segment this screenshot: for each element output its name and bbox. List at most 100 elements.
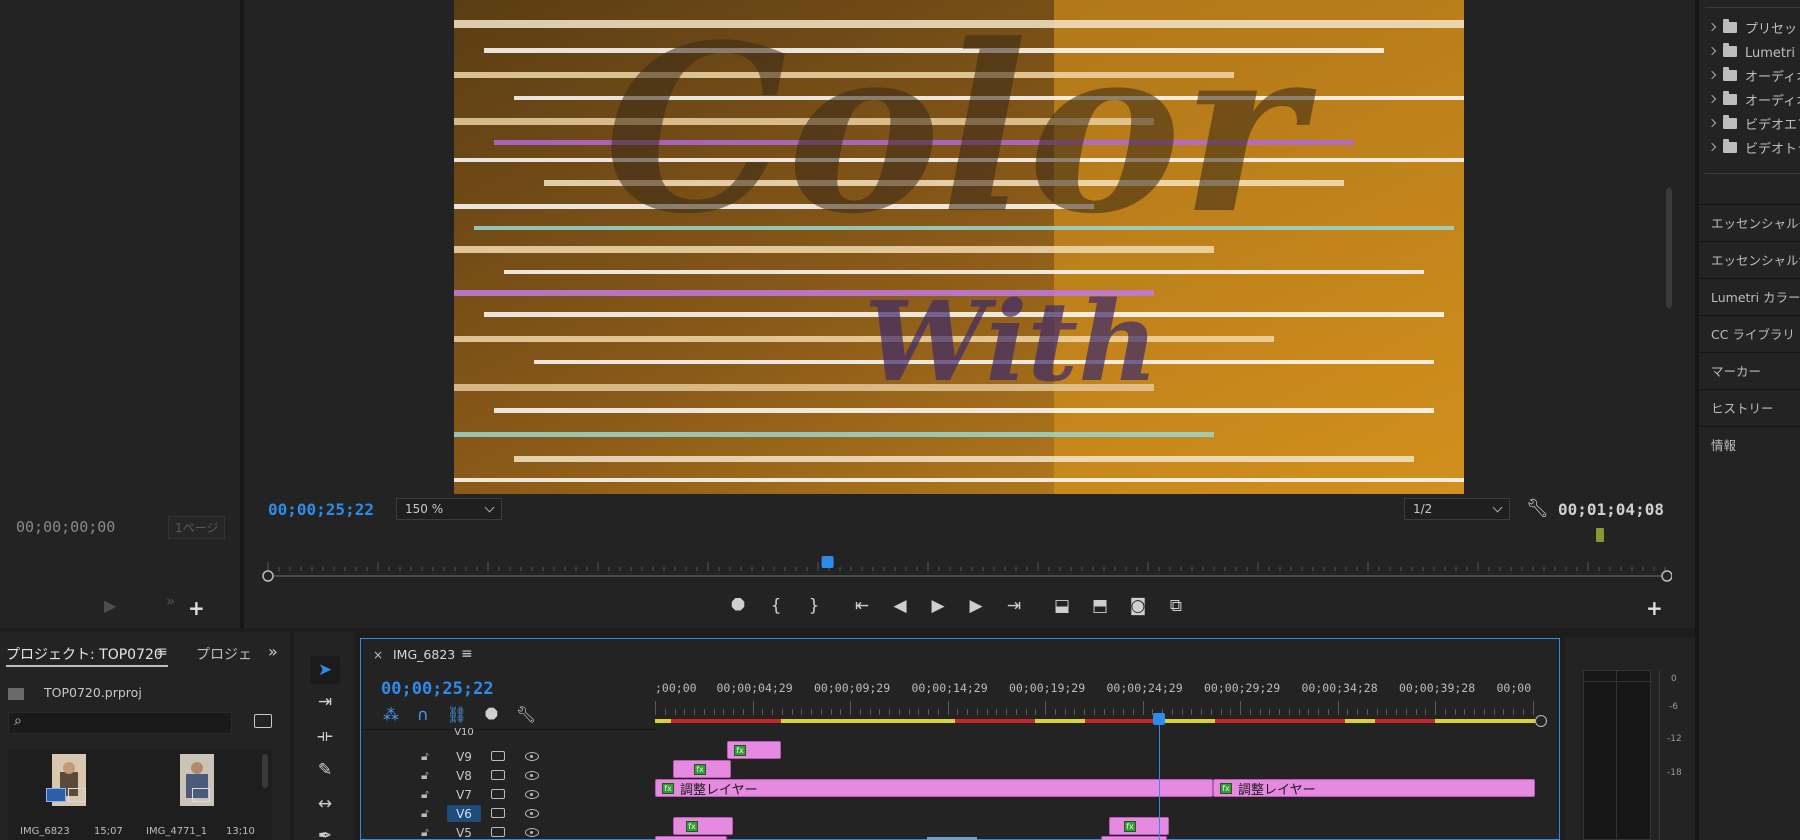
clip-v9[interactable]: fx [727,741,781,759]
chevron-right-icon[interactable] [1707,22,1717,32]
effects-tree-item[interactable]: オーディオエフェクト [1707,64,1800,86]
snap-magnet-icon[interactable]: ∩ [417,705,429,725]
panel-item[interactable]: CC ライブラリ [1699,315,1800,351]
track-name[interactable]: V8 [447,767,481,784]
clip-v4-3[interactable] [1101,836,1167,840]
timeline-zoom-handle[interactable] [1535,715,1547,727]
project-item-1[interactable]: IMG_6823 15;07 [20,750,130,840]
project-item-2[interactable]: IMG_4771_1 13;10 [146,750,264,840]
extract-icon[interactable]: ⬒ [1086,594,1114,618]
timeline-timecode[interactable]: 00;00;25;22 [381,679,494,699]
effects-tree-item[interactable]: Lumetri プリセット [1707,40,1800,62]
linked-selection-icon[interactable]: ⛓︎ [447,705,467,725]
lock-icon[interactable]: 🔓︎ [421,825,429,840]
source-more-icon[interactable]: » [166,592,175,610]
source-add-button-icon[interactable]: + [188,596,205,620]
track-name[interactable]: V10 [447,727,481,738]
nest-toggle-icon[interactable]: ⁂ [383,705,399,725]
panel-item[interactable]: ヒストリー [1699,389,1800,425]
track-header[interactable]: 🔓︎ V6 [361,804,1561,823]
play-icon[interactable]: ▶︎ [924,594,952,618]
clip-v7-adjustment-1[interactable]: fx 調整レイヤー [655,779,1213,797]
clip-v5-1[interactable]: fx [673,817,733,835]
export-frame-camera-icon[interactable]: ◙ [1124,594,1152,618]
mark-out-icon[interactable]: } [800,594,828,618]
razor-tool-icon[interactable]: ✎ [310,756,340,784]
track-name[interactable]: V5 [447,824,481,840]
sync-lock-film-icon[interactable] [491,770,505,780]
timeline-settings-wrench-icon[interactable]: 🔧︎ [516,705,536,725]
sync-lock-film-icon[interactable] [491,751,505,761]
effects-tree-item[interactable]: ビデオトランジション [1707,136,1800,158]
source-page-dropdown[interactable]: 1ページ [168,516,226,539]
sequence-tab[interactable]: IMG_6823 [393,647,455,662]
chevron-right-icon[interactable] [1707,94,1717,104]
zoom-select[interactable]: 150 % [396,498,502,520]
step-back-icon[interactable]: ◀︎ [886,594,914,618]
eye-icon[interactable] [525,752,539,761]
track-header[interactable]: V10 [361,727,1561,747]
go-to-in-icon[interactable]: ⇤ [848,594,876,618]
close-icon[interactable]: × [373,648,383,662]
program-add-button-icon[interactable]: + [1646,596,1663,620]
track-name[interactable]: V7 [447,786,481,803]
panel-item[interactable]: エッセンシャルサウンド [1699,241,1800,277]
chevron-right-icon[interactable] [1707,118,1717,128]
source-timecode[interactable]: 00;00;00;00 [16,518,115,536]
lock-icon[interactable]: 🔓︎ [421,787,429,802]
source-play-icon[interactable]: ▶ [104,596,116,615]
marker-flag-icon[interactable] [1596,528,1604,542]
effects-tree-item[interactable]: プリセット [1707,16,1800,38]
go-to-out-icon[interactable]: ⇥ [1000,594,1028,618]
program-time-ruler[interactable] [262,556,1672,586]
mark-in-icon[interactable]: { [762,594,790,618]
track-name[interactable]: V9 [447,748,481,765]
program-scrollbar[interactable] [1664,0,1674,494]
sync-lock-film-icon[interactable] [491,808,505,818]
lock-icon[interactable]: 🔓︎ [421,749,429,764]
tab-project-active[interactable]: プロジェクト: TOP0720 [6,644,163,664]
timeline-ruler[interactable]: ;00;00 00;00;04;29 00;00;09;29 00;00;14;29 0… [655,679,1535,719]
slip-tool-icon[interactable]: ↔ [310,790,340,818]
tab-project-inactive[interactable]: プロジェ [196,644,252,664]
clip-v8[interactable]: fx [673,760,731,778]
effects-search-field[interactable] [1705,0,1800,8]
new-search-bin-icon[interactable] [254,714,272,728]
eye-icon[interactable] [525,809,539,818]
tab-menu-icon[interactable]: ≡ [156,644,168,660]
panel-item[interactable]: エッセンシャルグラフィックス [1699,204,1800,240]
add-marker-icon[interactable]: ⯃ [485,705,498,725]
panel-item[interactable]: マーカー [1699,352,1800,388]
sync-lock-film-icon[interactable] [491,789,505,799]
chevron-right-icon[interactable] [1707,46,1717,56]
chevron-right-icon[interactable] [1707,70,1717,80]
eye-icon[interactable] [525,828,539,837]
compare-view-icon[interactable]: ⧉ [1162,594,1190,618]
effects-tree-item[interactable]: オーディオトランジション [1707,88,1800,110]
wrench-icon[interactable]: 🔧︎ [1526,498,1549,519]
selection-tool-icon[interactable]: ➤ [310,656,340,684]
pen-tool-icon[interactable]: ✒ [310,822,340,840]
track-select-tool-icon[interactable]: ⇥ [310,688,340,716]
program-playhead[interactable] [821,556,834,568]
eye-icon[interactable] [525,790,539,799]
sequence-menu-icon[interactable]: ≡ [461,646,473,662]
step-forward-icon[interactable]: ▶︎ [962,594,990,618]
project-search-input[interactable] [8,712,232,734]
lock-icon[interactable]: 🔓︎ [421,806,429,821]
lock-icon[interactable]: 🔓︎ [421,768,429,783]
track-header[interactable]: 🔓︎ V9 [361,747,1561,766]
clip-v4-1[interactable]: fx 調整 [655,836,727,840]
effects-tree-item[interactable]: ビデオエフェクト [1707,112,1800,134]
chevron-right-icon[interactable] [1707,142,1717,152]
lift-icon[interactable]: ⬓ [1048,594,1076,618]
sync-lock-film-icon[interactable] [491,827,505,837]
panel-item[interactable]: Lumetri カラー [1699,278,1800,314]
ripple-edit-tool-icon[interactable]: ⟛ [310,722,340,750]
program-current-timecode[interactable]: 00;00;25;22 [268,500,374,519]
more-tabs-icon[interactable]: » [268,642,278,661]
resolution-select[interactable]: 1/2 [1404,498,1510,520]
clip-v7-adjustment-2[interactable]: fx 調整レイヤー [1213,779,1535,797]
track-name[interactable]: V6 [447,805,481,822]
add-marker-icon[interactable]: ⯃ [724,594,752,618]
